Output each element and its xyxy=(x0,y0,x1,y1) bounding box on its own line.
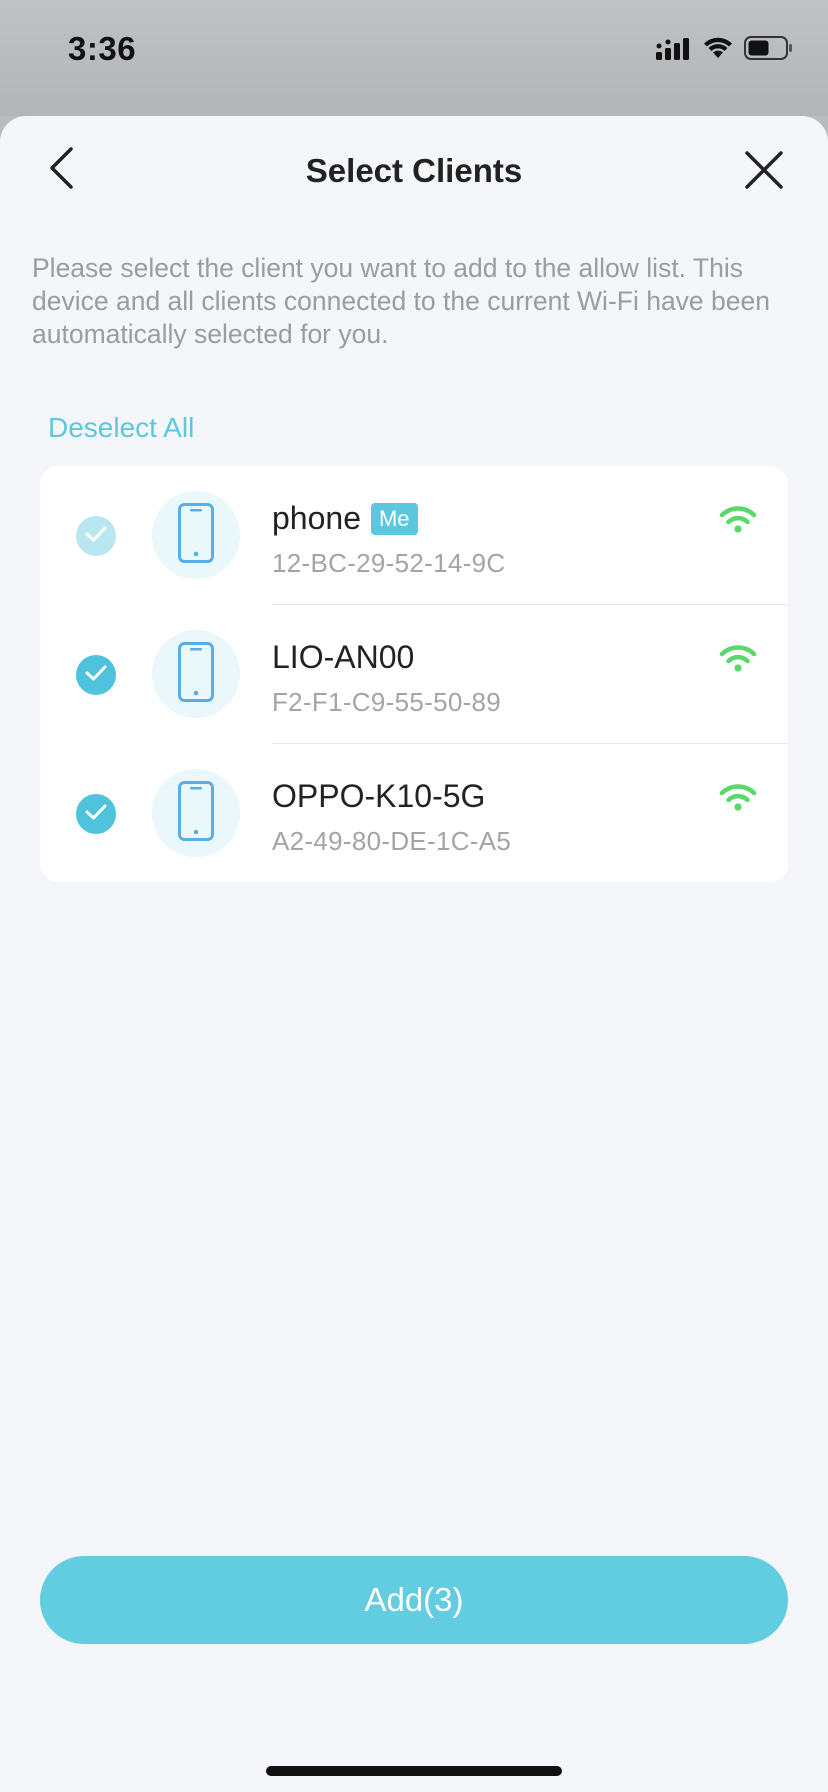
client-name: OPPO-K10-5G xyxy=(272,778,485,815)
checkmark-icon xyxy=(84,803,108,826)
smartphone-icon xyxy=(177,780,215,847)
smartphone-icon xyxy=(177,502,215,569)
status-time: 3:36 xyxy=(68,30,137,67)
wifi-signal-icon xyxy=(718,643,758,673)
wifi-signal-icon xyxy=(718,504,758,534)
select-clients-sheet: Select Clients Please select the client … xyxy=(0,116,828,1792)
client-list: phone Me 12-BC-29-52-14-9C LIO-AN00 F2-F… xyxy=(40,466,788,882)
checkmark-icon xyxy=(84,525,108,548)
client-checkbox[interactable] xyxy=(76,655,116,695)
cellular-signal-icon xyxy=(656,36,692,65)
device-avatar xyxy=(152,769,240,857)
page-title: Select Clients xyxy=(305,152,523,189)
client-name: phone Me xyxy=(272,500,418,537)
nav-bar: Select Clients xyxy=(0,116,828,228)
client-name-text: LIO-AN00 xyxy=(272,639,415,675)
smartphone-icon xyxy=(177,641,215,708)
client-checkbox[interactable] xyxy=(76,516,116,556)
client-name-text: OPPO-K10-5G xyxy=(272,778,486,814)
client-name-text: phone xyxy=(272,500,361,536)
client-mac: 12-BC-29-52-14-9C xyxy=(272,548,506,578)
device-avatar xyxy=(152,491,240,579)
client-checkbox[interactable] xyxy=(76,794,116,834)
deselect-all-link[interactable]: Deselect All xyxy=(48,412,194,444)
home-indicator xyxy=(266,1766,562,1776)
close-icon xyxy=(744,150,784,195)
add-clients-button[interactable]: Add(3) xyxy=(40,1556,788,1644)
client-row-oppo-k10-5g[interactable]: OPPO-K10-5G A2-49-80-DE-1C-A5 xyxy=(40,744,788,882)
checkmark-icon xyxy=(84,664,108,687)
client-name: LIO-AN00 xyxy=(272,639,414,676)
wifi-signal-icon xyxy=(718,782,758,812)
client-row-phone[interactable]: phone Me 12-BC-29-52-14-9C xyxy=(40,466,788,605)
device-avatar xyxy=(152,630,240,718)
instructions-text: Please select the client you want to add… xyxy=(32,253,770,349)
me-badge: Me xyxy=(370,502,418,535)
client-row-lio-an00[interactable]: LIO-AN00 F2-F1-C9-55-50-89 xyxy=(40,605,788,744)
wifi-icon xyxy=(702,36,734,65)
status-icons xyxy=(656,35,794,66)
client-mac: A2-49-80-DE-1C-A5 xyxy=(272,826,512,856)
battery-icon xyxy=(744,35,794,66)
status-bar: 3:36 xyxy=(0,0,828,116)
client-mac: F2-F1-C9-55-50-89 xyxy=(272,687,502,717)
close-button[interactable] xyxy=(736,144,792,200)
